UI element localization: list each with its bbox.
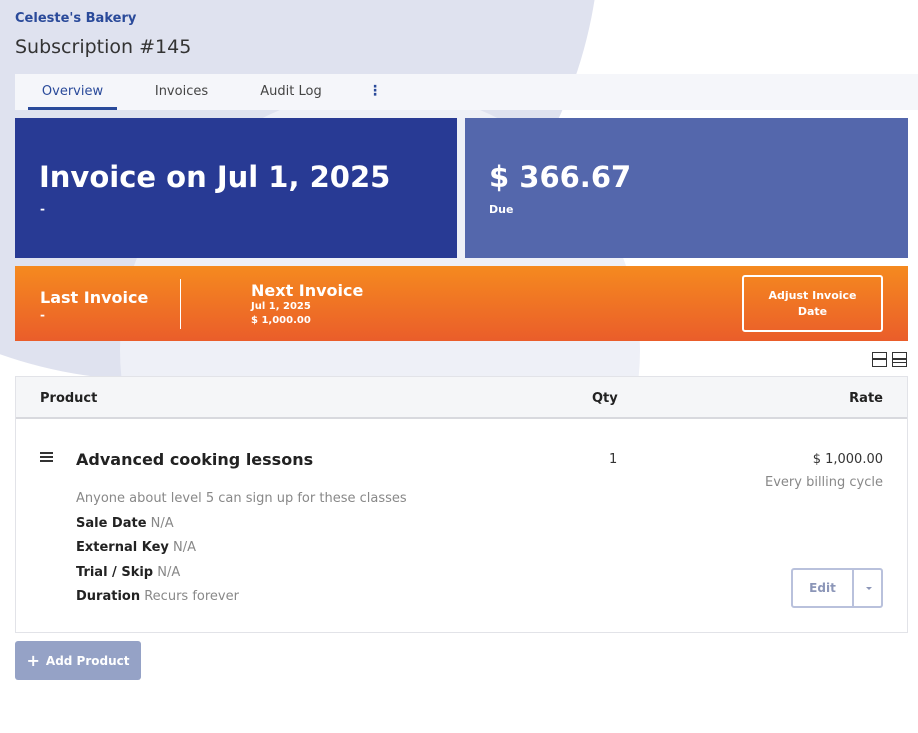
drag-handle-icon[interactable] — [40, 452, 54, 464]
meta-value: N/A — [173, 540, 196, 555]
product-qty: 1 — [609, 452, 618, 467]
billing-cycle: Every billing cycle — [765, 475, 883, 490]
add-product-label: Add Product — [45, 653, 130, 668]
meta-label: Sale Date — [76, 516, 147, 531]
edit-button-group: Edit — [791, 568, 883, 608]
meta-duration: Duration Recurs forever — [76, 589, 239, 604]
meta-label: Trial / Skip — [76, 565, 154, 580]
last-invoice-value: - — [40, 308, 45, 322]
product-description: Anyone about level 5 can sign up for the… — [76, 491, 407, 506]
amount-due-card: $ 366.67 Due — [465, 118, 908, 258]
next-invoice-label: Next Invoice — [251, 281, 364, 300]
stacked-layout-icon[interactable] — [892, 352, 907, 367]
column-header-rate: Rate — [849, 391, 883, 406]
meta-value: Recurs forever — [144, 589, 239, 604]
single-column-layout-icon[interactable] — [872, 352, 887, 367]
edit-dropdown-toggle[interactable] — [856, 570, 881, 606]
divider — [180, 279, 181, 329]
next-invoice-amount: $ 1,000.00 — [251, 315, 311, 326]
invoice-subtext: - — [40, 202, 45, 216]
amount-due-value: $ 366.67 — [489, 160, 632, 194]
meta-label: External Key — [76, 540, 169, 555]
meta-value: N/A — [157, 565, 181, 580]
plus-icon: + — [26, 650, 40, 670]
adjust-invoice-date-button[interactable]: Adjust Invoice Date — [742, 275, 883, 332]
invoice-date-heading: Invoice on Jul 1, 2025 — [39, 160, 391, 194]
company-name[interactable]: Celeste's Bakery — [15, 11, 136, 26]
last-invoice-label: Last Invoice — [40, 288, 149, 307]
table-header: Product Qty Rate — [16, 377, 907, 419]
column-header-qty: Qty — [592, 391, 618, 406]
page-title: Subscription #145 — [15, 36, 192, 58]
meta-trial-skip: Trial / Skip N/A — [76, 565, 180, 580]
edit-button[interactable]: Edit — [793, 570, 854, 606]
caret-down-icon — [865, 586, 872, 590]
tab-audit-log[interactable]: Audit Log — [251, 74, 331, 110]
meta-external-key: External Key N/A — [76, 540, 196, 555]
column-header-product: Product — [40, 391, 98, 406]
product-name: Advanced cooking lessons — [76, 450, 314, 469]
meta-label: Duration — [76, 589, 141, 604]
meta-value: N/A — [150, 516, 174, 531]
product-rate: $ 1,000.00 — [812, 452, 883, 467]
add-product-button[interactable]: + Add Product — [15, 641, 141, 680]
products-table: Product Qty Rate Advanced cooking lesson… — [15, 376, 908, 633]
layout-toggle — [872, 352, 908, 368]
invoice-schedule-bar: Last Invoice - Next Invoice Jul 1, 2025 … — [15, 266, 908, 341]
tab-bar: Overview Invoices Audit Log ⋮ — [15, 74, 918, 110]
next-invoice-card: Invoice on Jul 1, 2025 - — [15, 118, 457, 258]
meta-sale-date: Sale Date N/A — [76, 516, 174, 531]
amount-due-label: Due — [489, 203, 514, 216]
tab-invoices[interactable]: Invoices — [145, 74, 218, 110]
tab-overview[interactable]: Overview — [28, 74, 117, 110]
next-invoice-date: Jul 1, 2025 — [251, 301, 311, 312]
more-options-icon[interactable]: ⋮ — [367, 74, 383, 110]
